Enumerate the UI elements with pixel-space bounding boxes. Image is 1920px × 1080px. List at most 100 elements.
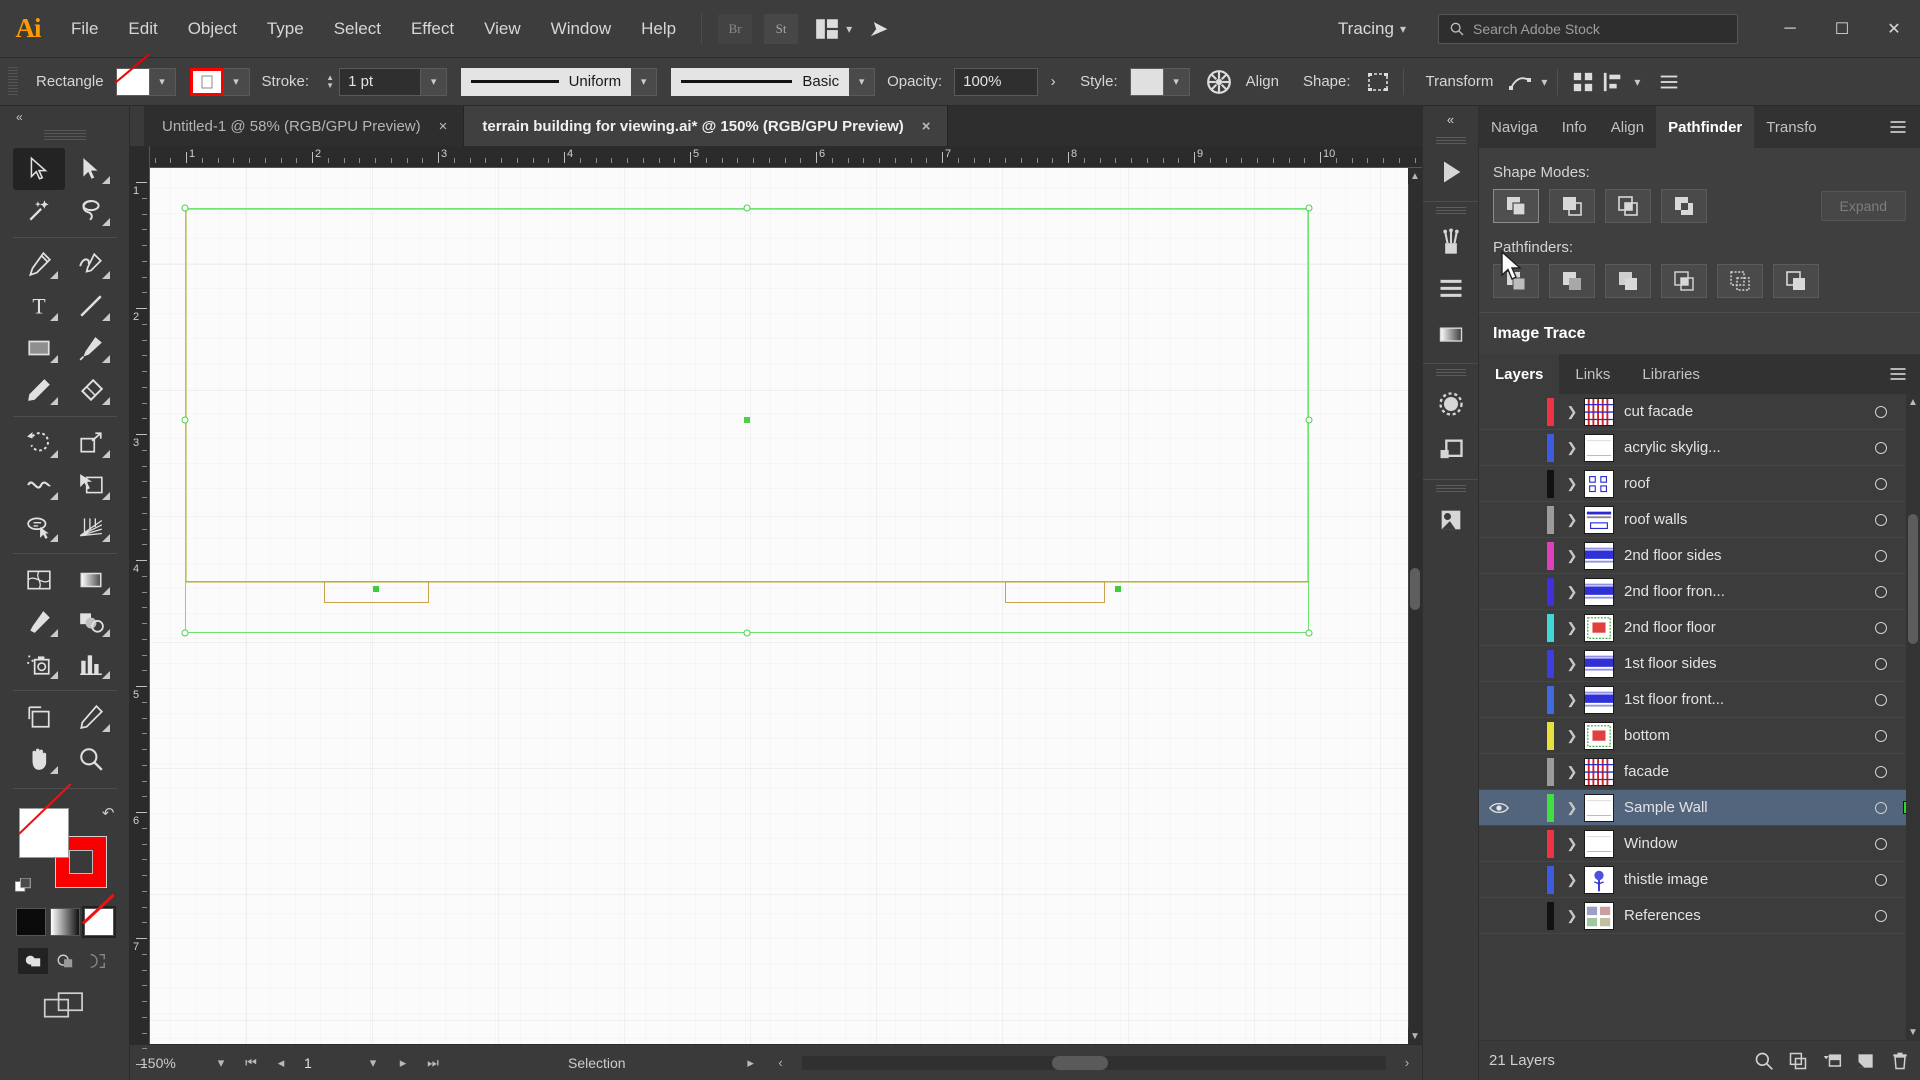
next-artboard-icon[interactable]: ▸	[388, 1045, 418, 1080]
canvas-viewport[interactable]: ▲ ▼	[150, 168, 1422, 1044]
menu-view[interactable]: View	[469, 0, 536, 57]
arrange-chevron-down-icon[interactable]: ▾	[846, 22, 852, 36]
menu-window[interactable]: Window	[536, 0, 626, 57]
layers-list[interactable]: ❯ cut facade ❯ acrylic skylig... ❯ roof ❯ roof …	[1479, 394, 1920, 1040]
layer-expand-chevron-right-icon[interactable]: ❯	[1560, 404, 1584, 420]
gradient-tool[interactable]	[65, 559, 117, 601]
layer-row[interactable]: ❯ 2nd floor sides	[1479, 538, 1920, 574]
brush-chevron-down-icon[interactable]: ▾	[849, 67, 876, 96]
hscroll-right-icon[interactable]: ›	[1392, 1045, 1422, 1080]
layer-target-indicator[interactable]	[1864, 585, 1898, 598]
menu-select[interactable]: Select	[319, 0, 396, 57]
curvature-tool[interactable]	[65, 243, 117, 285]
document-tab-untitled[interactable]: Untitled-1 @ 58% (RGB/GPU Preview) ×	[144, 106, 465, 146]
layer-expand-chevron-right-icon[interactable]: ❯	[1560, 728, 1584, 744]
stroke-swatch-group[interactable]: ▾	[189, 67, 250, 96]
pathfinder-rail-icon[interactable]	[1428, 427, 1474, 473]
stroke-weight-input[interactable]: 1 pt	[339, 67, 422, 96]
artboard[interactable]	[150, 168, 1422, 1044]
sub-anchor-left[interactable]	[373, 586, 379, 592]
menu-object[interactable]: Object	[173, 0, 252, 57]
tab-links[interactable]: Links	[1559, 354, 1626, 394]
scroll-up-icon[interactable]: ▲	[1408, 168, 1422, 184]
stroke-chevron-down-icon[interactable]: ▾	[223, 67, 250, 96]
rail-grip[interactable]	[1435, 485, 1466, 494]
bridge-icon[interactable]: Br	[718, 13, 753, 44]
layer-expand-chevron-right-icon[interactable]: ❯	[1560, 764, 1584, 780]
width-tool[interactable]	[13, 464, 65, 506]
mesh-tool[interactable]	[13, 559, 65, 601]
window-opening-right[interactable]	[1005, 581, 1105, 603]
scale-tool[interactable]	[65, 422, 117, 464]
layer-target-indicator[interactable]	[1864, 873, 1898, 886]
rail-collapse-button[interactable]: «	[1423, 106, 1478, 132]
control-bar-menu-icon[interactable]	[1654, 67, 1684, 97]
recolor-artwork-icon[interactable]	[1204, 67, 1234, 97]
layer-target-indicator[interactable]	[1864, 909, 1898, 922]
layer-row[interactable]: ❯ cut facade	[1479, 394, 1920, 430]
perspective-grid-tool[interactable]	[65, 506, 117, 548]
anchor-top-left[interactable]	[181, 204, 189, 212]
artboard-tool[interactable]	[13, 696, 65, 738]
layer-row[interactable]: ❯ 2nd floor fron...	[1479, 574, 1920, 610]
style-chevron-down-icon[interactable]: ▾	[1163, 67, 1190, 96]
color-mode-solid-icon[interactable]	[15, 908, 46, 936]
pencil-tool[interactable]	[13, 369, 65, 411]
align-button[interactable]: Align	[1234, 73, 1291, 90]
expand-button[interactable]: Expand	[1820, 191, 1906, 221]
stroke-profile-select[interactable]: Uniform	[461, 67, 632, 96]
symbol-sprayer-tool[interactable]	[13, 643, 65, 685]
layer-row[interactable]: ❯ bottom	[1479, 718, 1920, 754]
delete-selection-icon[interactable]	[1890, 1051, 1910, 1071]
anchor-top-center[interactable]	[743, 204, 751, 212]
layer-row[interactable]: ❯ References	[1479, 898, 1920, 934]
window-opening-left[interactable]	[324, 581, 429, 603]
layers-scroll-down-icon[interactable]: ▼	[1906, 1024, 1920, 1040]
layer-expand-chevron-right-icon[interactable]: ❯	[1560, 656, 1584, 672]
paintbrush-tool[interactable]	[65, 327, 117, 369]
rail-grip[interactable]	[1435, 369, 1466, 378]
pathfinder-divide-button[interactable]	[1493, 264, 1539, 298]
reshape-chevron-down-icon[interactable]: ▾	[1541, 75, 1547, 89]
toolbar-grip[interactable]	[43, 130, 86, 140]
magic-wand-tool[interactable]	[13, 190, 65, 232]
tab-libraries[interactable]: Libraries	[1626, 354, 1716, 394]
menu-type[interactable]: Type	[252, 0, 319, 57]
search-input[interactable]: Search Adobe Stock	[1438, 13, 1738, 44]
layer-expand-chevron-right-icon[interactable]: ❯	[1560, 440, 1584, 456]
tab-close-icon[interactable]: ×	[922, 118, 931, 135]
panel-menu-icon[interactable]	[1876, 106, 1920, 148]
hand-tool[interactable]	[13, 738, 65, 780]
reshape-icon[interactable]	[1505, 67, 1535, 97]
fill-swatch[interactable]	[115, 67, 150, 96]
minimize-button[interactable]: ─	[1764, 0, 1816, 58]
brush-select[interactable]: Basic	[671, 67, 850, 96]
align-chevron-down-icon[interactable]: ▾	[1634, 75, 1640, 89]
current-tool-status[interactable]: Selection	[568, 1055, 626, 1071]
layer-row[interactable]: ❯ roof walls	[1479, 502, 1920, 538]
transform-button[interactable]: Transform	[1414, 73, 1506, 90]
layer-expand-chevron-right-icon[interactable]: ❯	[1560, 872, 1584, 888]
layer-target-indicator[interactable]	[1864, 801, 1898, 814]
line-segment-tool[interactable]	[65, 285, 117, 327]
scroll-down-icon[interactable]: ▼	[1408, 1028, 1422, 1044]
stroke-weight-chevron-down-icon[interactable]: ▾	[421, 67, 448, 96]
canvas-horizontal-scroll-thumb[interactable]	[1051, 1055, 1108, 1070]
layer-expand-chevron-right-icon[interactable]: ❯	[1560, 800, 1584, 816]
draw-inside-icon[interactable]	[82, 948, 112, 974]
fill-color-box[interactable]	[18, 808, 69, 858]
rectangle-tool[interactable]	[13, 327, 65, 369]
status-menu-icon[interactable]: ▸	[736, 1045, 766, 1080]
menu-help[interactable]: Help	[626, 0, 691, 57]
anchor-mid-right[interactable]	[1305, 416, 1313, 424]
shape-mode-intersect-button[interactable]	[1605, 189, 1651, 223]
pathfinder-trim-button[interactable]	[1549, 264, 1595, 298]
color-mode-gradient-icon[interactable]	[49, 908, 80, 936]
workspace-switcher[interactable]: Tracing ▾	[1328, 19, 1416, 39]
type-tool[interactable]: T	[13, 285, 65, 327]
close-button[interactable]: ✕	[1868, 0, 1920, 58]
stock-icon[interactable]: St	[764, 13, 799, 44]
layers-scroll-thumb[interactable]	[1908, 514, 1918, 644]
shape-options-icon[interactable]	[1363, 67, 1393, 97]
layer-expand-chevron-right-icon[interactable]: ❯	[1560, 584, 1584, 600]
